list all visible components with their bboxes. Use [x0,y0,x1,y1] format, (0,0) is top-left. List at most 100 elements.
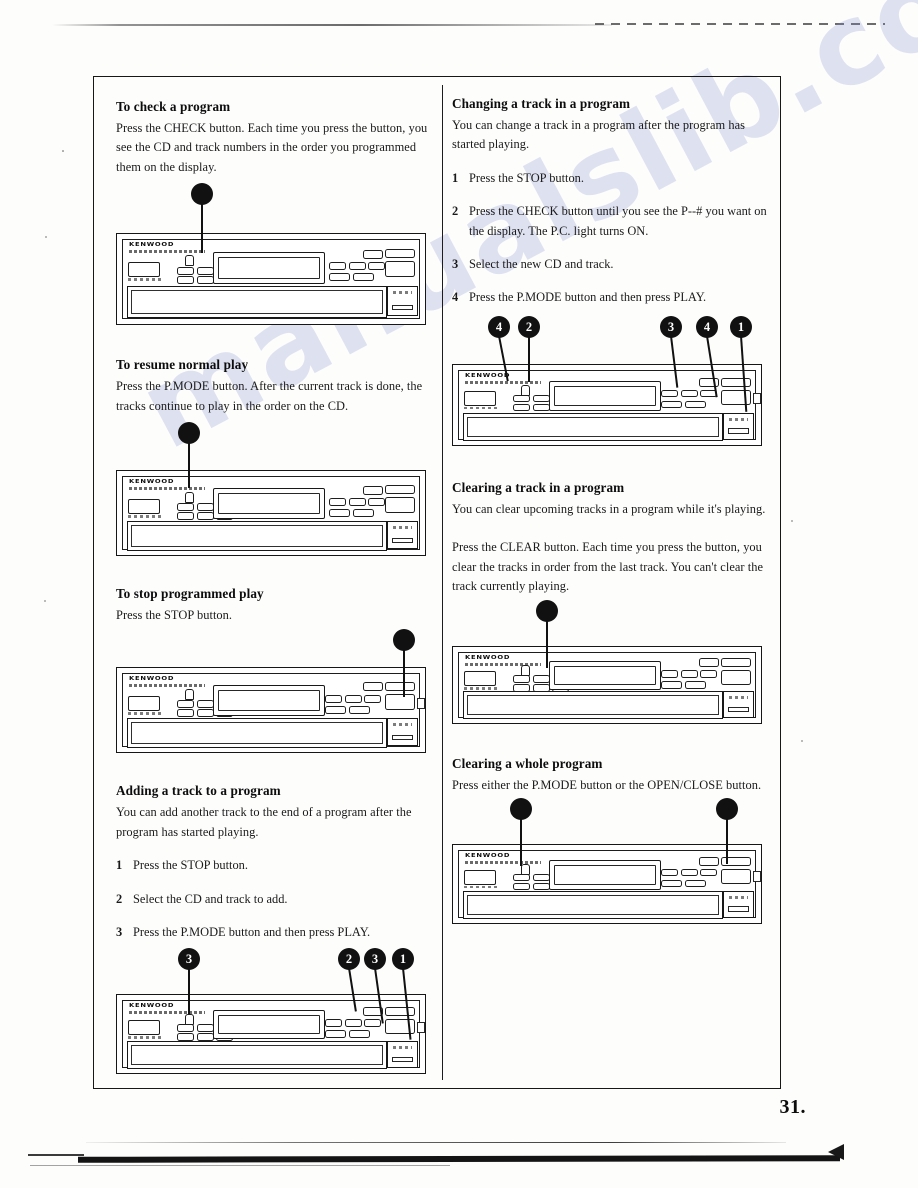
rotary-knob[interactable] [185,255,194,267]
transport-button[interactable] [513,882,530,891]
function-button[interactable] [348,706,370,714]
function-button[interactable] [364,695,382,703]
transport-button[interactable] [196,267,214,275]
function-button[interactable] [352,273,374,281]
open-close-button[interactable] [387,286,418,317]
transport-button[interactable] [196,276,214,284]
play-button[interactable] [385,261,415,278]
function-button[interactable] [661,868,678,877]
open-close-button[interactable] [387,1041,418,1069]
transport-button[interactable] [177,709,194,717]
function-button[interactable] [684,879,706,888]
program-button[interactable] [385,485,415,495]
transport-button[interactable] [177,1024,194,1032]
function-button-row-1[interactable] [661,670,718,678]
play-button[interactable] [385,1019,415,1035]
function-button-row-2[interactable] [661,681,706,689]
transport-button[interactable] [532,873,550,882]
function-button-row-2[interactable] [325,706,370,714]
mode-button[interactable] [363,682,383,692]
function-button[interactable] [368,498,386,506]
function-button[interactable] [368,262,386,270]
function-button-row-1[interactable] [661,389,718,398]
program-button[interactable] [721,377,751,387]
disc-tray[interactable] [127,1041,387,1070]
power-button[interactable] [128,1020,160,1036]
function-button-row-2[interactable] [325,1030,370,1038]
transport-button[interactable] [196,709,214,717]
transport-button[interactable] [196,1024,214,1032]
transport-button[interactable] [513,403,530,412]
mode-button[interactable] [699,658,719,668]
mode-button[interactable] [363,486,383,496]
function-button[interactable] [661,670,678,678]
function-button-row-1[interactable] [325,1019,382,1027]
function-button[interactable] [329,509,350,517]
transport-button[interactable] [532,394,550,403]
transport-button[interactable] [532,675,550,683]
play-button[interactable] [385,694,415,711]
mode-button[interactable] [363,250,383,260]
function-button-row-2[interactable] [661,879,706,888]
open-close-button[interactable] [387,521,418,550]
function-button[interactable] [684,681,706,689]
function-button[interactable] [680,389,698,398]
disc-tray[interactable] [463,412,723,441]
transport-button[interactable] [196,1033,214,1041]
transport-button[interactable] [513,873,530,882]
function-button[interactable] [325,1030,346,1038]
function-button[interactable] [700,868,718,877]
play-button[interactable] [385,497,415,514]
program-button[interactable] [385,682,415,692]
transport-button[interactable] [196,512,214,520]
transport-button[interactable] [177,512,194,520]
function-button-row-1[interactable] [325,695,382,703]
power-button[interactable] [128,696,160,712]
function-button[interactable] [329,262,346,270]
transport-button[interactable] [177,503,194,511]
function-button[interactable] [700,670,718,678]
play-button[interactable] [721,868,751,884]
function-button-row-2[interactable] [661,400,706,409]
transport-button[interactable] [513,675,530,683]
function-button[interactable] [364,1019,382,1027]
power-button[interactable] [464,869,496,885]
open-close-button[interactable] [387,718,418,747]
power-button[interactable] [128,262,160,278]
function-button[interactable] [661,681,682,689]
function-button[interactable] [661,389,678,398]
play-button[interactable] [721,389,751,405]
transport-button[interactable] [513,394,530,403]
function-button[interactable] [348,262,366,270]
mode-button[interactable] [699,856,719,866]
function-button[interactable] [684,400,706,409]
rotary-knob[interactable] [185,689,194,701]
program-button[interactable] [385,249,415,259]
disc-tray[interactable] [463,691,723,720]
disc-tray[interactable] [127,286,387,319]
power-button[interactable] [464,671,496,687]
power-button[interactable] [128,499,160,515]
function-button-row-2[interactable] [329,273,374,281]
transport-button[interactable] [177,1033,194,1041]
disc-tray[interactable] [127,521,387,552]
mode-button[interactable] [699,377,719,387]
play-button[interactable] [721,670,751,686]
function-button[interactable] [325,695,342,703]
function-button[interactable] [344,1019,362,1027]
open-close-button[interactable] [723,890,754,918]
function-button-row-1[interactable] [661,868,718,877]
function-button[interactable] [680,868,698,877]
function-button[interactable] [325,1019,342,1027]
open-close-button[interactable] [723,691,754,719]
program-button[interactable] [721,658,751,668]
transport-button[interactable] [177,276,194,284]
transport-button[interactable] [177,700,194,708]
transport-button[interactable] [177,267,194,275]
power-button[interactable] [464,390,496,406]
disc-tray[interactable] [463,890,723,919]
function-button[interactable] [661,400,682,409]
function-button[interactable] [344,695,362,703]
transport-button[interactable] [196,700,214,708]
function-button[interactable] [348,1030,370,1038]
